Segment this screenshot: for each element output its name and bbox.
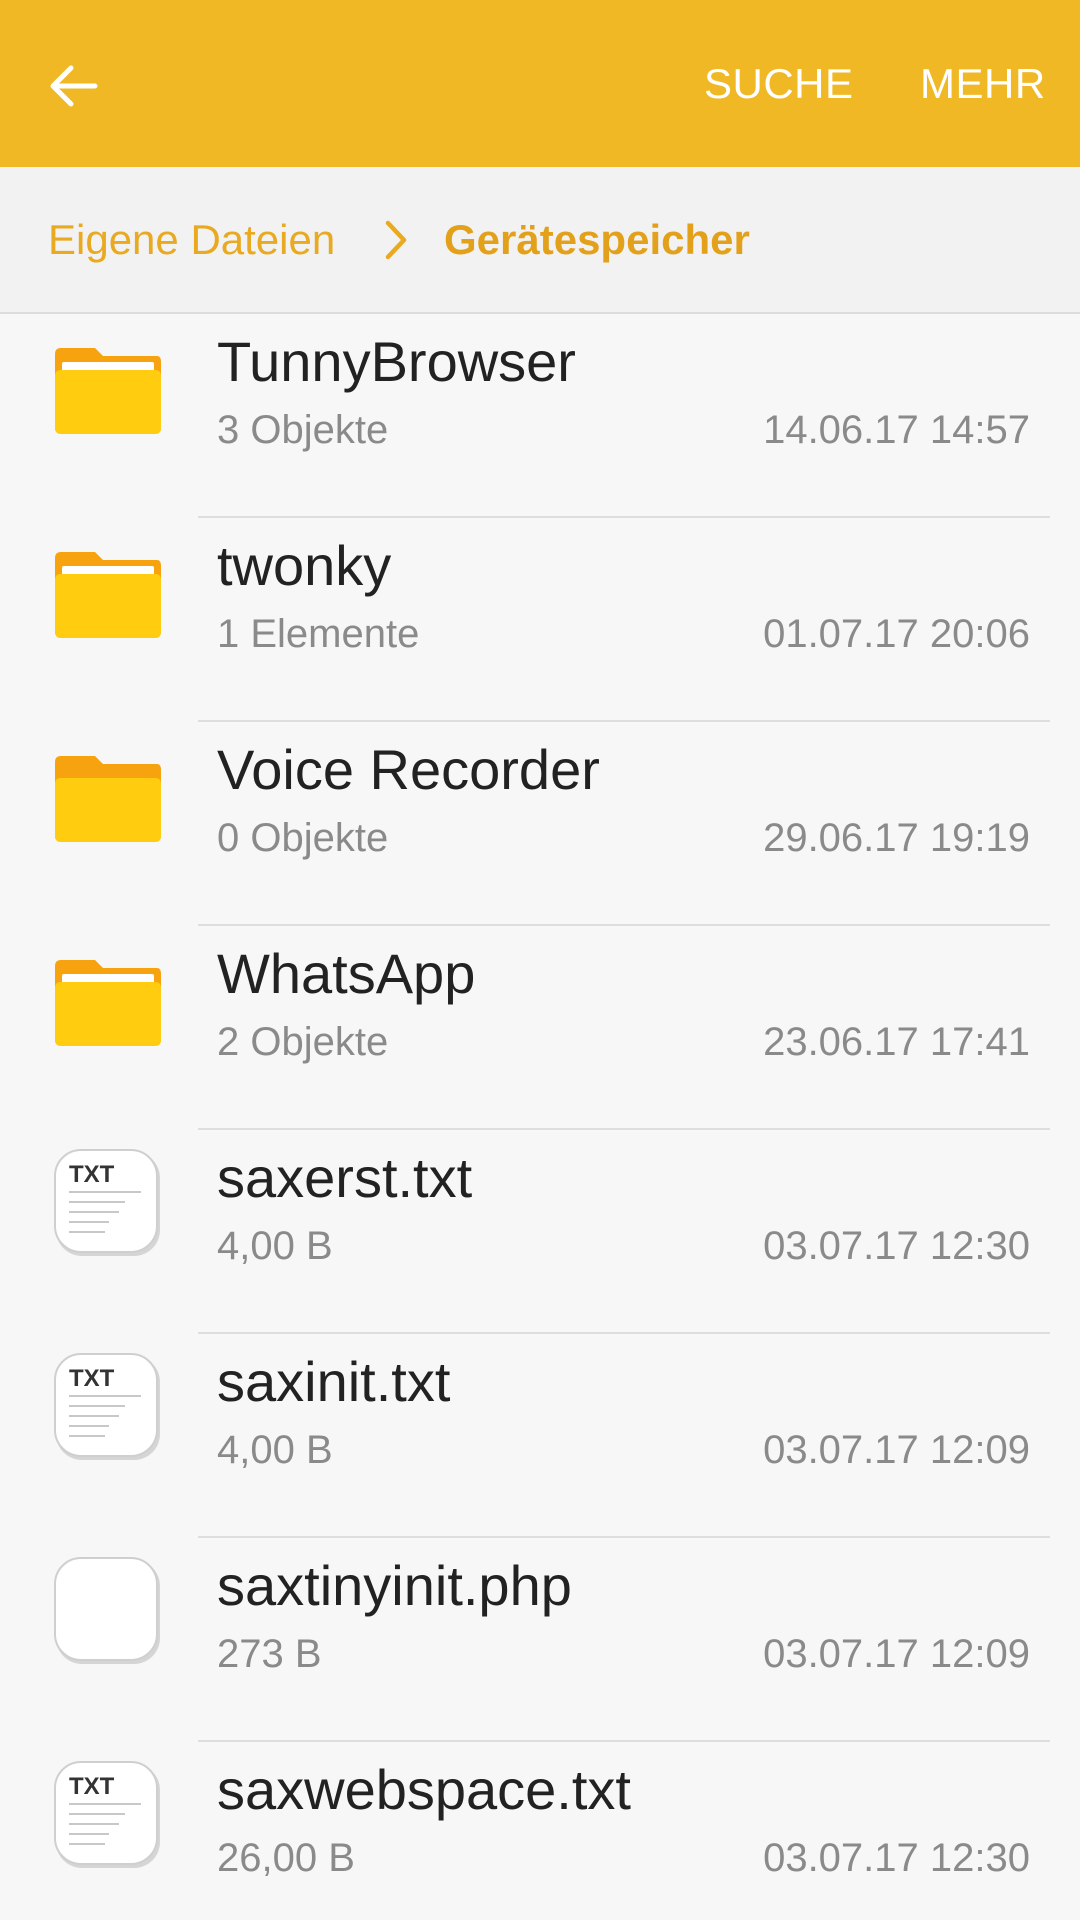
file-info: 1 Elemente (217, 612, 420, 656)
file-info: 26,00 B (217, 1836, 355, 1880)
generic-file-icon (54, 1557, 160, 1664)
file-list: TunnyBrowser 3 Objekte 14.06.17 14:57 tw… (0, 314, 1080, 1920)
txt-file-icon: TXT (54, 1149, 160, 1256)
arrow-left-icon (50, 65, 98, 107)
txt-icon-label: TXT (69, 1161, 115, 1188)
file-date: 03.07.17 12:09 (763, 1428, 1030, 1472)
app-bar: SUCHE MEHR (0, 0, 1080, 167)
list-item[interactable]: TunnyBrowser 3 Objekte 14.06.17 14:57 (0, 314, 1080, 518)
more-button[interactable]: MEHR (920, 56, 1046, 112)
file-info: 273 B (217, 1632, 322, 1676)
list-item[interactable]: Voice Recorder 0 Objekte 29.06.17 19:19 (0, 722, 1080, 926)
file-info: 3 Objekte (217, 408, 389, 452)
file-name: TunnyBrowser (217, 330, 576, 393)
folder-icon (55, 960, 161, 1046)
chevron-right-icon (385, 220, 407, 260)
txt-file-icon: TXT (54, 1761, 160, 1868)
txt-file-icon: TXT (54, 1353, 160, 1460)
file-date: 14.06.17 14:57 (763, 408, 1030, 452)
list-item[interactable]: twonky 1 Elemente 01.07.17 20:06 (0, 518, 1080, 722)
breadcrumb-root[interactable]: Eigene Dateien (48, 215, 335, 265)
file-date: 03.07.17 12:30 (763, 1224, 1030, 1268)
file-info: 4,00 B (217, 1428, 333, 1472)
empty-folder-icon (55, 756, 161, 842)
file-date: 29.06.17 19:19 (763, 816, 1030, 860)
file-name: saxwebspace.txt (217, 1758, 631, 1821)
file-info: 2 Objekte (217, 1020, 389, 1064)
txt-icon-label: TXT (69, 1365, 115, 1392)
file-name: Voice Recorder (217, 738, 600, 801)
file-date: 23.06.17 17:41 (763, 1020, 1030, 1064)
file-date: 03.07.17 12:30 (763, 1836, 1030, 1880)
file-date: 03.07.17 12:09 (763, 1632, 1030, 1676)
list-item[interactable]: saxtinyinit.php 273 B 03.07.17 12:09 (0, 1538, 1080, 1742)
file-name: twonky (217, 534, 392, 597)
list-item[interactable]: WhatsApp 2 Objekte 23.06.17 17:41 (0, 926, 1080, 1130)
list-item[interactable]: TXT saxinit.txt 4,00 B 03.07.17 12:09 (0, 1334, 1080, 1538)
file-info: 4,00 B (217, 1224, 333, 1268)
file-date: 01.07.17 20:06 (763, 612, 1030, 656)
file-name: saxinit.txt (217, 1350, 451, 1413)
folder-icon (55, 348, 161, 434)
list-item[interactable]: TXT saxwebspace.txt 26,00 B 03.07.17 12:… (0, 1742, 1080, 1920)
file-name: saxerst.txt (217, 1146, 473, 1209)
file-name: saxtinyinit.php (217, 1554, 572, 1617)
file-info: 0 Objekte (217, 816, 389, 860)
search-button[interactable]: SUCHE (704, 56, 854, 112)
breadcrumb-current[interactable]: Gerätespeicher (444, 215, 750, 265)
list-item[interactable]: TXT saxerst.txt 4,00 B 03.07.17 12:30 (0, 1130, 1080, 1334)
back-button[interactable] (40, 53, 106, 119)
txt-icon-label: TXT (69, 1773, 115, 1800)
file-name: WhatsApp (217, 942, 476, 1005)
breadcrumb: Eigene Dateien Gerätespeicher (0, 167, 1080, 314)
folder-icon (55, 552, 161, 638)
